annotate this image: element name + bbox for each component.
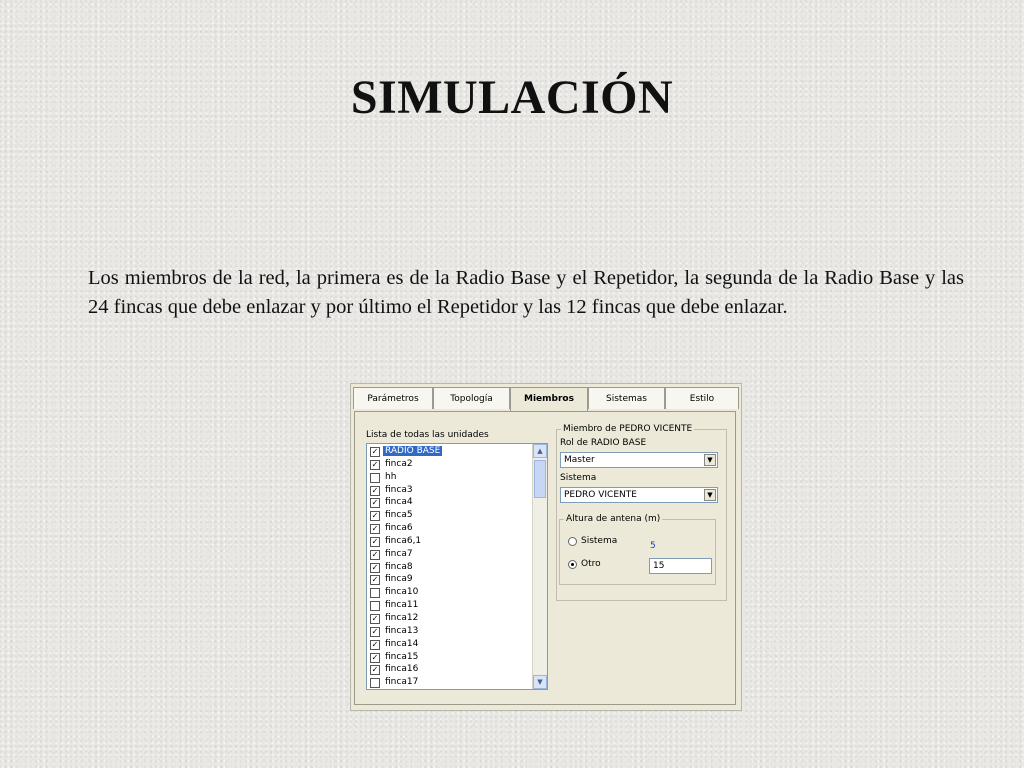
unit-name: finca14 <box>385 638 419 649</box>
antenna-groupbox: Altura de antena (m) Sistema 5 Otro 15 <box>559 514 716 585</box>
unit-name: finca8 <box>385 561 413 572</box>
list-item[interactable]: hh <box>367 471 533 484</box>
list-item[interactable]: ✓ finca7 <box>367 548 533 561</box>
unit-name: finca7 <box>385 548 413 559</box>
checkbox-unchecked-icon[interactable] <box>370 678 380 689</box>
unit-name: finca17 <box>385 677 419 688</box>
list-item[interactable]: ✓ finca16 <box>367 663 533 676</box>
checkbox-checked-icon[interactable]: ✓ <box>370 665 380 676</box>
scroll-thumb[interactable] <box>534 460 546 498</box>
units-scrollbar[interactable]: ▲ ▼ <box>532 444 547 689</box>
list-item[interactable]: ✓ finca9 <box>367 573 533 586</box>
checkbox-checked-icon[interactable]: ✓ <box>370 652 380 663</box>
units-listbox[interactable]: ✓ RADIO BASE ✓ finca2 hh ✓ finca3 ✓ finca4 ✓ finca… <box>366 443 548 690</box>
antenna-group-title: Altura de antena (m) <box>564 514 663 524</box>
checkbox-unchecked-icon[interactable] <box>370 472 380 483</box>
checkbox-checked-icon[interactable]: ✓ <box>370 511 380 522</box>
otro-height-input[interactable]: 15 <box>649 558 712 574</box>
chevron-down-icon[interactable]: ▼ <box>704 454 716 466</box>
unit-name: finca15 <box>385 651 419 662</box>
role-value: Master <box>564 455 595 465</box>
list-item[interactable]: finca10 <box>367 586 533 599</box>
units-list-label: Lista de todas las unidades <box>366 430 489 440</box>
checkbox-checked-icon[interactable]: ✓ <box>370 562 380 573</box>
checkbox-checked-icon[interactable]: ✓ <box>370 459 380 470</box>
list-item[interactable]: ✓ finca12 <box>367 612 533 625</box>
checkbox-checked-icon[interactable]: ✓ <box>370 613 380 624</box>
list-item[interactable]: ✓ finca5 <box>367 509 533 522</box>
list-item[interactable]: ✓ finca14 <box>367 638 533 651</box>
list-item[interactable]: ✓ finca6 <box>367 522 533 535</box>
list-item[interactable]: ✓ finca13 <box>367 625 533 638</box>
system-combobox[interactable]: PEDRO VICENTE ▼ <box>560 487 718 503</box>
members-dialog: Parámetros Topología Miembros Sistemas E… <box>350 383 742 711</box>
checkbox-checked-icon[interactable]: ✓ <box>370 575 380 586</box>
checkbox-checked-icon[interactable]: ✓ <box>370 639 380 650</box>
checkbox-unchecked-icon[interactable] <box>370 588 380 599</box>
checkbox-checked-icon[interactable]: ✓ <box>370 524 380 535</box>
role-combobox[interactable]: Master ▼ <box>560 452 718 468</box>
list-item[interactable]: ✓ finca2 <box>367 458 533 471</box>
scroll-up-icon[interactable]: ▲ <box>533 444 547 458</box>
tab-sistemas[interactable]: Sistemas <box>588 387 665 409</box>
unit-name: RADIO BASE <box>383 446 443 456</box>
radio-sistema[interactable] <box>568 537 577 546</box>
unit-name: finca3 <box>385 484 413 495</box>
unit-name: finca11 <box>385 600 419 611</box>
role-label: Rol de RADIO BASE <box>560 438 647 448</box>
unit-name: finca9 <box>385 574 413 585</box>
checkbox-checked-icon[interactable]: ✓ <box>370 447 380 457</box>
list-item[interactable]: ✓ RADIO BASE <box>367 445 533 458</box>
checkbox-checked-icon[interactable]: ✓ <box>370 485 380 496</box>
tab-bar: Parámetros Topología Miembros Sistemas E… <box>353 387 739 411</box>
list-item[interactable]: ✓ finca4 <box>367 496 533 509</box>
list-item[interactable]: finca11 <box>367 599 533 612</box>
member-groupbox: Miembro de PEDRO VICENTE Rol de RADIO BA… <box>556 424 727 601</box>
unit-name: finca6,1 <box>385 535 422 546</box>
list-item[interactable]: ✓ finca8 <box>367 561 533 574</box>
unit-name: hh <box>385 471 397 482</box>
unit-name: finca4 <box>385 497 413 508</box>
system-value: PEDRO VICENTE <box>564 490 637 500</box>
unit-name: finca12 <box>385 612 419 623</box>
tab-topologia[interactable]: Topología <box>433 387 510 409</box>
tab-parametros[interactable]: Parámetros <box>353 387 433 409</box>
radio-otro-label: Otro <box>581 559 601 569</box>
unit-name: finca6 <box>385 523 413 534</box>
checkbox-checked-icon[interactable]: ✓ <box>370 549 380 560</box>
checkbox-checked-icon[interactable]: ✓ <box>370 536 380 547</box>
checkbox-checked-icon[interactable]: ✓ <box>370 626 380 637</box>
units-list: ✓ RADIO BASE ✓ finca2 hh ✓ finca3 ✓ finca4 ✓ finca… <box>367 445 533 689</box>
list-item[interactable]: ✓ finca15 <box>367 651 533 664</box>
slide-title: SIMULACIÓN <box>350 71 674 124</box>
members-panel: Lista de todas las unidades ✓ RADIO BASE ✓… <box>354 411 736 705</box>
sistema-height-value: 5 <box>650 541 656 551</box>
unit-name: finca16 <box>385 664 419 675</box>
tab-miembros[interactable]: Miembros <box>510 387 588 411</box>
system-label: Sistema <box>560 473 597 483</box>
checkbox-checked-icon[interactable]: ✓ <box>370 498 380 509</box>
member-group-title: Miembro de PEDRO VICENTE <box>561 424 695 434</box>
checkbox-unchecked-icon[interactable] <box>370 601 380 612</box>
unit-name: finca2 <box>385 458 413 469</box>
scroll-down-icon[interactable]: ▼ <box>533 675 547 689</box>
list-item[interactable]: ✓ finca3 <box>367 484 533 497</box>
unit-name: finca13 <box>385 625 419 636</box>
tab-estilo[interactable]: Estilo <box>665 387 739 409</box>
slide-paragraph: Los miembros de la red, la primera es de… <box>88 267 964 318</box>
unit-name: finca5 <box>385 510 413 521</box>
list-item[interactable]: finca17 <box>367 676 533 689</box>
chevron-down-icon[interactable]: ▼ <box>704 489 716 501</box>
radio-sistema-label: Sistema <box>581 536 618 546</box>
list-item[interactable]: ✓ finca6,1 <box>367 535 533 548</box>
unit-name: finca10 <box>385 587 419 598</box>
radio-otro[interactable] <box>568 560 577 569</box>
